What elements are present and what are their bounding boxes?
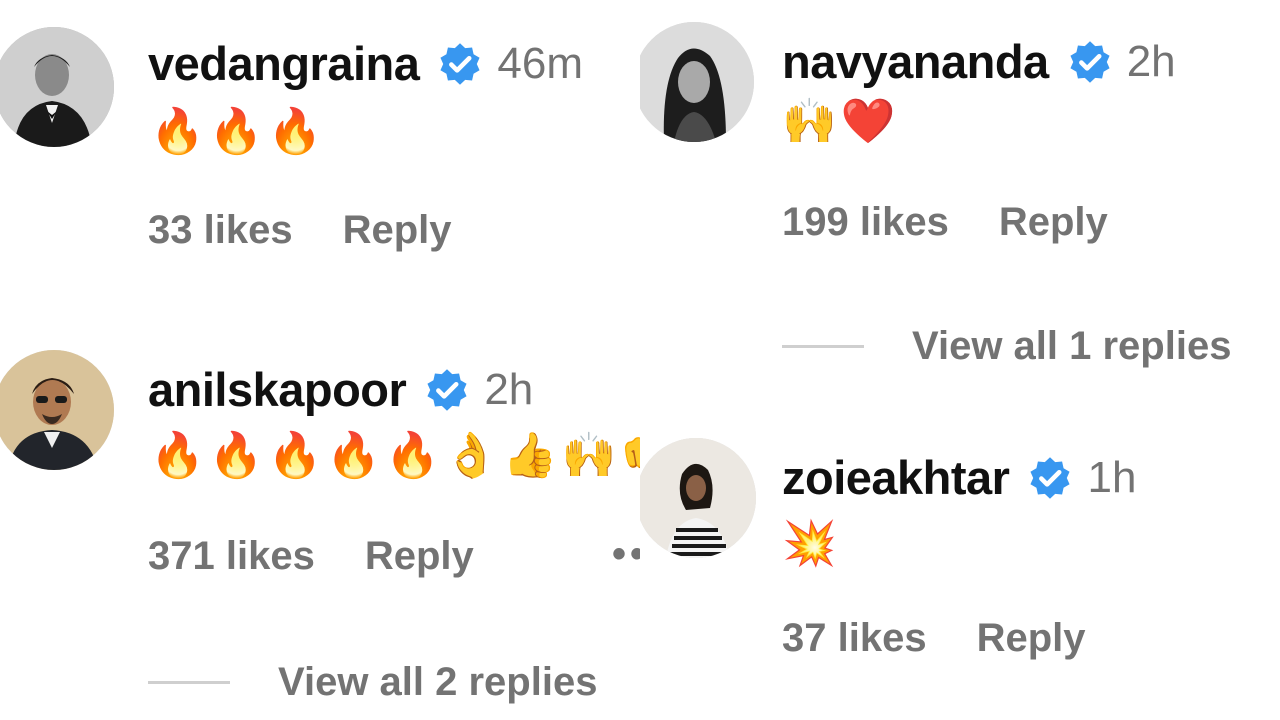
comment-header: anilskapoor 2h: [148, 362, 533, 417]
reply-button[interactable]: Reply: [977, 616, 1086, 661]
avatar-photo: [0, 27, 114, 147]
comment-item: anilskapoor 2h 🔥🔥🔥🔥🔥👌👍🙌👊 371 likes Reply…: [0, 330, 640, 704]
comment-text: 🔥🔥🔥: [150, 106, 327, 157]
like-count[interactable]: 199 likes: [782, 200, 949, 245]
timestamp: 46m: [497, 38, 583, 88]
more-options-icon[interactable]: ••: [612, 532, 640, 577]
reply-button[interactable]: Reply: [343, 208, 452, 253]
avatar-photo: [640, 438, 756, 558]
username[interactable]: vedangraina: [148, 36, 420, 91]
username[interactable]: anilskapoor: [148, 362, 407, 417]
avatar[interactable]: [640, 438, 756, 558]
verified-badge-icon: [424, 367, 470, 413]
replies-divider: [148, 681, 230, 684]
avatar-photo: [640, 22, 754, 142]
comment-text: 🙌❤️: [782, 96, 900, 147]
like-count[interactable]: 371 likes: [148, 534, 315, 579]
view-replies-label[interactable]: View all 1 replies: [912, 324, 1231, 369]
reply-button[interactable]: Reply: [999, 200, 1108, 245]
username[interactable]: navyananda: [782, 34, 1049, 89]
comment-item: zoieakhtar 1h 💥 37 likes Reply: [640, 420, 1280, 720]
comment-header: zoieakhtar 1h: [782, 450, 1136, 505]
reply-button[interactable]: Reply: [365, 534, 474, 579]
comment-text: 💥: [782, 518, 841, 569]
comment-item: vedangraina 46m 🔥🔥🔥 33 likes Reply: [0, 0, 640, 360]
comments-panel-left: vedangraina 46m 🔥🔥🔥 33 likes Reply anils…: [0, 0, 640, 720]
comment-actions: 371 likes Reply: [148, 534, 474, 579]
comment-text: 🔥🔥🔥🔥🔥👌👍🙌👊: [150, 430, 640, 481]
comment-header: navyananda 2h: [782, 34, 1176, 89]
comment-header: vedangraina 46m: [148, 36, 583, 91]
comment-actions: 33 likes Reply: [148, 208, 452, 253]
timestamp: 1h: [1087, 452, 1137, 502]
comment-actions: 37 likes Reply: [782, 616, 1086, 661]
view-replies[interactable]: View all 2 replies: [148, 660, 597, 705]
avatar-photo: [0, 350, 114, 470]
verified-badge-icon: [437, 41, 483, 87]
timestamp: 2h: [1126, 36, 1176, 86]
comments-panel-right: navyananda 2h 🙌❤️ 199 likes Reply View a…: [640, 0, 1280, 720]
username[interactable]: zoieakhtar: [782, 450, 1010, 505]
verified-badge-icon: [1067, 39, 1113, 85]
comment-actions: 199 likes Reply: [782, 200, 1108, 245]
comment-item: navyananda 2h 🙌❤️ 199 likes Reply View a…: [640, 0, 1280, 368]
replies-divider: [782, 345, 864, 348]
avatar[interactable]: [0, 27, 114, 147]
view-replies[interactable]: View all 1 replies: [782, 324, 1231, 369]
timestamp: 2h: [484, 364, 534, 414]
like-count[interactable]: 33 likes: [148, 208, 293, 253]
view-replies-label[interactable]: View all 2 replies: [278, 660, 597, 705]
like-count[interactable]: 37 likes: [782, 616, 927, 661]
avatar[interactable]: [640, 22, 754, 142]
avatar[interactable]: [0, 350, 114, 470]
verified-badge-icon: [1027, 455, 1073, 501]
